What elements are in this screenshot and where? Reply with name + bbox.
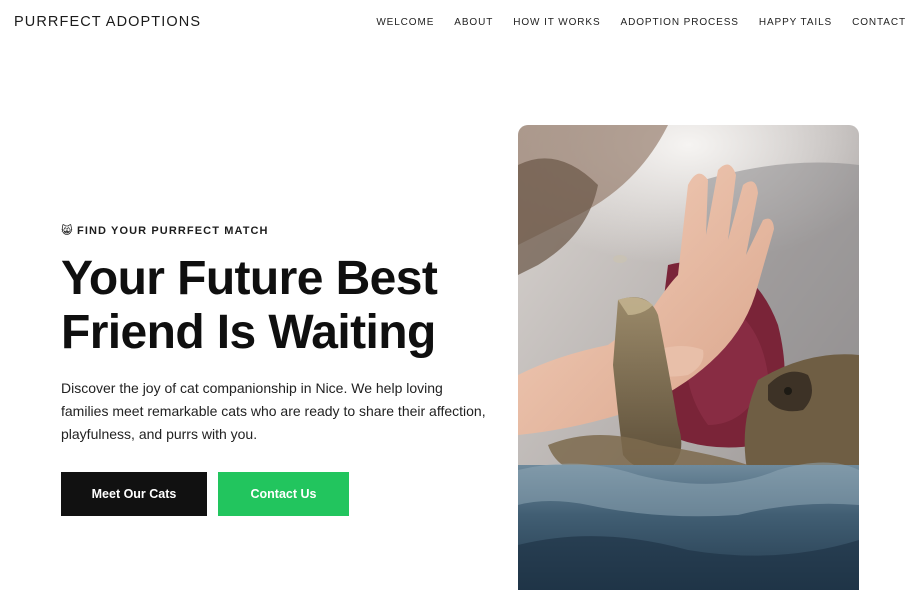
nav-link-about[interactable]: ABOUT xyxy=(454,17,493,28)
eyebrow-text: FIND YOUR PURRFECT MATCH xyxy=(77,225,269,237)
nav-link-how-it-works[interactable]: HOW IT WORKS xyxy=(513,17,600,28)
smiling-cat-icon: 😸 xyxy=(61,225,73,237)
headline-line-1: Your Future Best xyxy=(61,252,438,305)
hero-photo xyxy=(518,125,859,590)
nav-link-contact[interactable]: CONTACT xyxy=(852,17,906,28)
hero-headline: Your Future Best Friend Is Waiting xyxy=(61,252,501,360)
site-logo[interactable]: PURRFECT ADOPTIONS xyxy=(14,14,201,30)
meet-our-cats-button[interactable]: Meet Our Cats xyxy=(61,472,207,516)
nav-link-welcome[interactable]: WELCOME xyxy=(376,17,434,28)
hero-description: Discover the joy of cat companionship in… xyxy=(61,380,486,442)
headline-line-2: Friend Is Waiting xyxy=(61,306,436,359)
contact-us-button[interactable]: Contact Us xyxy=(218,472,349,516)
nav-link-happy-tails[interactable]: HAPPY TAILS xyxy=(759,17,832,28)
nav-link-adoption-process[interactable]: ADOPTION PROCESS xyxy=(621,17,739,28)
cat-high-five-photo-icon xyxy=(518,125,859,590)
main-nav: WELCOME ABOUT HOW IT WORKS ADOPTION PROC… xyxy=(376,17,906,28)
hero-eyebrow: 😸 FIND YOUR PURRFECT MATCH xyxy=(61,225,269,237)
